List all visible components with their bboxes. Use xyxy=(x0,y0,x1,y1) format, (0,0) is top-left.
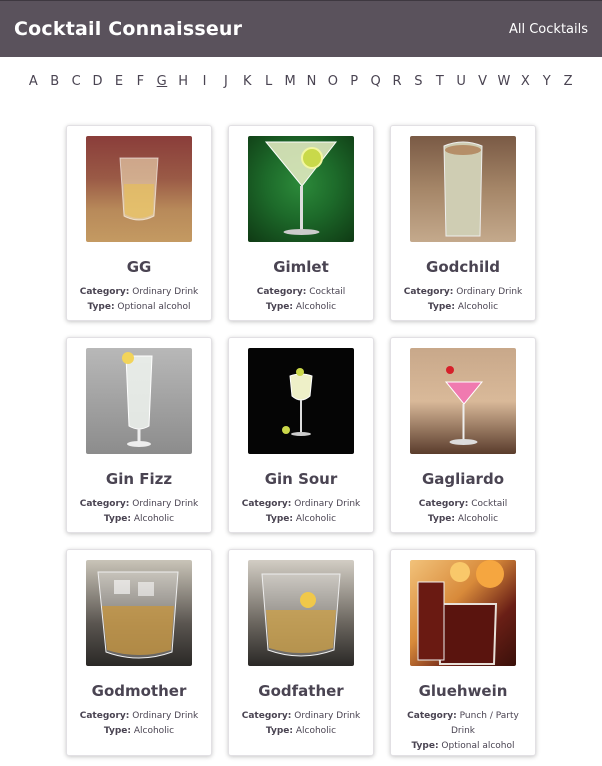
category-label: Category: xyxy=(79,711,130,721)
cocktail-name: Gluehwein xyxy=(418,682,508,700)
cocktail-card[interactable]: Gimlet Category: Cocktail Type: Alcoholi… xyxy=(228,125,374,321)
letter-b[interactable]: B xyxy=(44,74,65,105)
cocktail-photo xyxy=(86,348,192,454)
type-value: Alcoholic xyxy=(133,726,175,736)
type-value: Alcoholic xyxy=(457,302,499,312)
letter-m[interactable]: M xyxy=(280,74,301,105)
letter-d[interactable]: D xyxy=(87,74,108,105)
category-label: Category: xyxy=(79,499,130,509)
type-label: Type: xyxy=(103,726,131,736)
letter-k[interactable]: K xyxy=(237,74,258,105)
type-label: Type: xyxy=(265,514,293,524)
cocktail-photo xyxy=(86,560,192,666)
cocktail-name: Godchild xyxy=(426,258,500,276)
type-label: Type: xyxy=(427,514,455,524)
letter-y[interactable]: Y xyxy=(536,74,557,105)
type-label: Type: xyxy=(87,302,115,312)
letter-z[interactable]: Z xyxy=(558,74,579,105)
cocktail-grid: GG Category: Ordinary Drink Type: Option… xyxy=(0,105,602,756)
letter-u[interactable]: U xyxy=(451,74,472,105)
letter-t[interactable]: T xyxy=(429,74,450,105)
cocktail-photo xyxy=(410,136,516,242)
category-value: Ordinary Drink xyxy=(132,711,199,721)
category-value: Ordinary Drink xyxy=(132,287,199,297)
category-value: Ordinary Drink xyxy=(294,499,361,509)
letter-e[interactable]: E xyxy=(108,74,129,105)
cocktail-photo xyxy=(410,560,516,666)
cocktail-name: Gagliardo xyxy=(421,470,505,488)
cocktail-card[interactable]: Godmother Category: Ordinary Drink Type:… xyxy=(66,549,212,756)
category-label: Category: xyxy=(403,287,454,297)
category-label: Category: xyxy=(418,499,469,509)
cocktail-name: GG xyxy=(126,258,152,276)
letter-x[interactable]: X xyxy=(515,74,536,105)
category-label: Category: xyxy=(407,711,457,721)
brand-title[interactable]: Cocktail Connaisseur xyxy=(14,18,242,40)
type-label: Type: xyxy=(411,741,439,751)
cocktail-card[interactable]: Gagliardo Category: Cocktail Type: Alcoh… xyxy=(390,337,536,533)
cocktail-card[interactable]: Godchild Category: Ordinary Drink Type: … xyxy=(390,125,536,321)
letter-o[interactable]: O xyxy=(322,74,343,105)
type-value: Alcoholic xyxy=(295,726,337,736)
letter-s[interactable]: S xyxy=(408,74,429,105)
category-label: Category: xyxy=(241,499,292,509)
cocktail-photo xyxy=(248,348,354,454)
type-value: Optional alcohol xyxy=(441,741,515,751)
category-value: Punch / Party Drink xyxy=(450,711,519,736)
category-value: Ordinary Drink xyxy=(132,499,199,509)
cocktail-card[interactable]: Gin Sour Category: Ordinary Drink Type: … xyxy=(228,337,374,533)
cocktail-card[interactable]: Godfather Category: Ordinary Drink Type:… xyxy=(228,549,374,756)
type-label: Type: xyxy=(265,302,293,312)
category-label: Category: xyxy=(256,287,307,297)
cocktail-name: Gin Fizz xyxy=(105,470,173,488)
cocktail-card[interactable]: GG Category: Ordinary Drink Type: Option… xyxy=(66,125,212,321)
cocktail-photo xyxy=(248,136,354,242)
type-label: Type: xyxy=(103,514,131,524)
letter-f[interactable]: F xyxy=(130,74,151,105)
type-value: Alcoholic xyxy=(457,514,499,524)
cocktail-name: Godfather xyxy=(258,682,344,700)
all-cocktails-link[interactable]: All Cocktails xyxy=(509,22,588,37)
cocktail-photo xyxy=(86,136,192,242)
cocktail-photo xyxy=(248,560,354,666)
cocktail-name: Gin Sour xyxy=(264,470,338,488)
category-value: Ordinary Drink xyxy=(294,711,361,721)
letter-n[interactable]: N xyxy=(301,74,322,105)
category-value: Ordinary Drink xyxy=(456,287,523,297)
category-value: Cocktail xyxy=(309,287,346,297)
category-value: Cocktail xyxy=(471,499,508,509)
type-value: Optional alcohol xyxy=(117,302,191,312)
letter-c[interactable]: C xyxy=(66,74,87,105)
type-value: Alcoholic xyxy=(133,514,175,524)
cocktail-card[interactable]: Gin Fizz Category: Ordinary Drink Type: … xyxy=(66,337,212,533)
letter-q[interactable]: Q xyxy=(365,74,386,105)
category-label: Category: xyxy=(241,711,292,721)
letter-v[interactable]: V xyxy=(472,74,493,105)
letter-j[interactable]: J xyxy=(215,74,236,105)
cocktail-name: Godmother xyxy=(91,682,187,700)
letter-a[interactable]: A xyxy=(23,74,44,105)
letter-i[interactable]: I xyxy=(194,74,215,105)
letter-h[interactable]: H xyxy=(173,74,194,105)
letter-g[interactable]: G xyxy=(151,74,172,105)
alphabet-filter: A B C D E F G H I J K L M N O P Q R S T … xyxy=(0,57,602,105)
cocktail-photo xyxy=(410,348,516,454)
type-value: Alcoholic xyxy=(295,302,337,312)
top-navbar: Cocktail Connaisseur All Cocktails xyxy=(0,0,602,57)
letter-w[interactable]: W xyxy=(494,74,515,105)
type-value: Alcoholic xyxy=(295,514,337,524)
cocktail-name: Gimlet xyxy=(273,258,329,276)
letter-p[interactable]: P xyxy=(344,74,365,105)
letter-l[interactable]: L xyxy=(258,74,279,105)
category-label: Category: xyxy=(79,287,130,297)
letter-r[interactable]: R xyxy=(387,74,408,105)
type-label: Type: xyxy=(265,726,293,736)
cocktail-card[interactable]: Gluehwein Category: Punch / Party Drink … xyxy=(390,549,536,756)
type-label: Type: xyxy=(427,302,455,312)
